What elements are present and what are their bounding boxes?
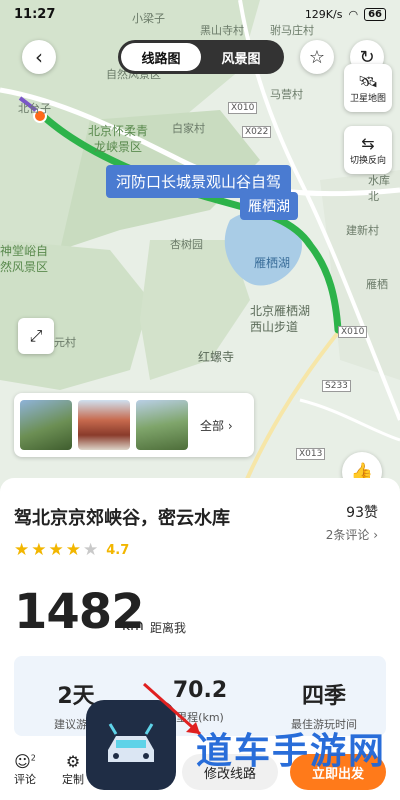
- expand-map-button[interactable]: ⤢: [18, 318, 54, 354]
- place-label: 红螺寺: [198, 350, 235, 364]
- star-half-icon: ★: [83, 540, 99, 560]
- place-label: 元村: [54, 336, 76, 349]
- swap-icon: ⇆: [361, 133, 375, 153]
- lake-label: 雁栖湖: [240, 192, 298, 220]
- place-label: 西山步道: [250, 320, 299, 334]
- satellite-icon: 🛰: [357, 71, 379, 91]
- reverse-label: 切换反向: [349, 155, 386, 166]
- place-label: 杏树园: [170, 238, 203, 251]
- map-mode-switch[interactable]: 线路图 风景图: [118, 40, 284, 74]
- place-label: 北京雁栖湖: [250, 304, 311, 318]
- star-icon: ★: [48, 540, 64, 560]
- comment-link[interactable]: 2条评论 ›: [326, 526, 378, 543]
- rating-value: 4.7: [106, 542, 130, 558]
- distance-unit: km: [122, 618, 144, 634]
- scenery-photo[interactable]: [78, 400, 130, 450]
- status-bar: 11:27 129K/s ◠ 66: [0, 0, 400, 28]
- network-speed: 129K/s: [304, 7, 343, 21]
- battery-icon: 66: [364, 7, 386, 21]
- wifi-icon: ◠: [348, 7, 359, 21]
- star-icon: ★: [65, 540, 81, 560]
- place-label: 神堂峪自: [0, 244, 49, 258]
- route-title: 驾北京京郊峡谷，密云水库: [14, 508, 230, 529]
- place-label: 然风景区: [0, 260, 49, 274]
- place-label: 北台子: [18, 102, 51, 115]
- star-icon: ☆: [308, 46, 326, 68]
- comment-icon: ☺2: [14, 752, 36, 771]
- star-icon: ★: [14, 540, 30, 560]
- like-count: 93赞: [346, 505, 378, 521]
- tab-route-map[interactable]: 线路图: [121, 43, 201, 71]
- rating-stars: ★ ★ ★ ★ ★ 4.7: [14, 540, 129, 560]
- favorite-button[interactable]: ☆: [300, 40, 334, 74]
- place-label: 水库北: [368, 174, 390, 203]
- place-label: 白家村: [172, 122, 205, 135]
- satellite-map-button[interactable]: 🛰 卫星地图: [344, 64, 392, 112]
- watermark-text: 道车手游网: [196, 731, 387, 772]
- customize-icon: ⚙: [65, 752, 81, 771]
- place-label: 雁栖湖: [254, 256, 291, 270]
- scenery-photo[interactable]: [20, 400, 72, 450]
- road-label: S233: [322, 380, 351, 392]
- status-time: 11:27: [14, 6, 56, 22]
- place-label: 马营村: [270, 88, 303, 101]
- place-label: 建新村: [346, 224, 379, 237]
- chevron-left-icon: ‹: [35, 45, 43, 69]
- place-label: 北京怀柔青: [88, 124, 149, 138]
- satellite-label: 卫星地图: [349, 93, 386, 104]
- status-icons: 129K/s ◠ 66: [304, 7, 386, 21]
- scenery-photo[interactable]: [136, 400, 188, 450]
- place-label: 龙峡景区: [94, 140, 143, 154]
- reverse-route-button[interactable]: ⇆ 切换反向: [344, 126, 392, 174]
- customize-button[interactable]: ⚙ 定制: [62, 752, 84, 787]
- scenery-photo-strip[interactable]: 全部 ›: [14, 393, 254, 457]
- place-label: 雁栖: [366, 278, 388, 291]
- star-icon: ★: [31, 540, 47, 560]
- road-label: X013: [296, 448, 326, 460]
- pointer-arrow-icon: [143, 682, 201, 736]
- comment-button[interactable]: ☺2 评论: [14, 752, 36, 787]
- road-label: X010: [338, 326, 368, 338]
- road-label: X010: [228, 102, 258, 114]
- road-label: X022: [242, 126, 272, 138]
- tab-scenery-map[interactable]: 风景图: [201, 43, 281, 71]
- view-all-link[interactable]: 全部 ›: [200, 417, 233, 434]
- distance-label: 距离我: [150, 621, 187, 635]
- back-button[interactable]: ‹: [22, 40, 56, 74]
- expand-icon: ⤢: [29, 326, 43, 345]
